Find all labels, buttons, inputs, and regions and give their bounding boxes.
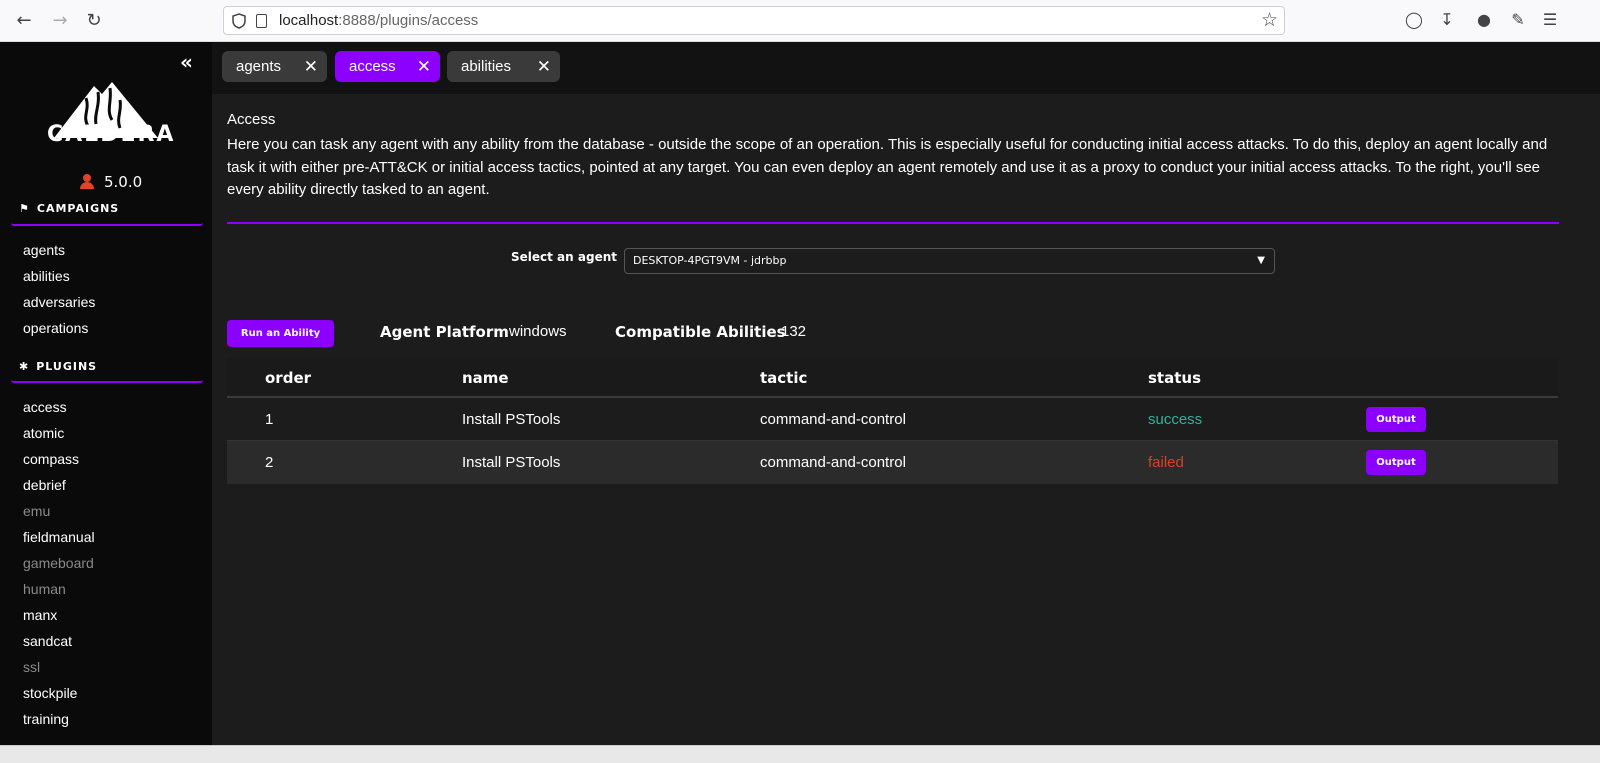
sidebar-item-agents[interactable]: agents bbox=[23, 242, 65, 258]
tab-agents[interactable]: agents ✕ bbox=[222, 51, 327, 82]
row-order: 2 bbox=[265, 454, 274, 471]
table-header: order name tactic status bbox=[227, 358, 1558, 398]
reload-icon[interactable]: ↻ bbox=[82, 9, 106, 33]
sidebar-item-atomic[interactable]: atomic bbox=[23, 425, 64, 441]
sidebar-item-access[interactable]: access bbox=[23, 399, 67, 415]
column-header-status: status bbox=[1148, 369, 1201, 387]
pocket-icon[interactable]: ◯ bbox=[1404, 10, 1424, 30]
browser-toolbar: ← → ↻ localhost:8888/plugins/access ☆ ◯ … bbox=[0, 0, 1600, 42]
sidebar-item-ssl[interactable]: ssl bbox=[23, 659, 40, 675]
sidebar-item-manx[interactable]: manx bbox=[23, 607, 57, 623]
bookmark-star-icon[interactable]: ☆ bbox=[1261, 9, 1278, 31]
address-bar[interactable]: localhost:8888/plugins/access ☆ bbox=[223, 6, 1285, 35]
run-ability-button[interactable]: Run an Ability bbox=[227, 320, 334, 347]
sidebar-item-stockpile[interactable]: stockpile bbox=[23, 685, 77, 701]
extensions-icon[interactable]: ✎ bbox=[1508, 10, 1528, 30]
row-status: failed bbox=[1148, 454, 1184, 471]
row-order: 1 bbox=[265, 411, 274, 428]
tab-bar: agents ✕ access ✕ abilities ✕ bbox=[212, 42, 1600, 94]
campaigns-header: ⚑ CAMPAIGNS bbox=[19, 202, 120, 215]
user-icon bbox=[80, 174, 94, 189]
brand-name: CALDERA bbox=[47, 122, 176, 147]
column-header-order: order bbox=[265, 369, 312, 387]
output-button[interactable]: Output bbox=[1366, 450, 1426, 475]
sidebar: « CALDERA 5.0.0 ⚑ CAMPAIGNS agents abilit… bbox=[0, 42, 212, 763]
sidebar-item-operations[interactable]: operations bbox=[23, 320, 88, 336]
caldera-logo-icon bbox=[54, 82, 158, 138]
os-taskbar bbox=[0, 745, 1600, 763]
abilities-table: order name tactic status 1 Install PSToo… bbox=[227, 358, 1558, 484]
campaigns-divider bbox=[11, 223, 203, 226]
sidebar-item-fieldmanual[interactable]: fieldmanual bbox=[23, 529, 95, 545]
sidebar-item-adversaries[interactable]: adversaries bbox=[23, 294, 95, 310]
page-title: Access bbox=[227, 111, 276, 128]
close-tab-icon[interactable]: ✕ bbox=[417, 51, 431, 82]
version-label: 5.0.0 bbox=[80, 173, 142, 191]
sidebar-item-training[interactable]: training bbox=[23, 711, 69, 727]
row-tactic: command-and-control bbox=[760, 411, 906, 428]
download-icon[interactable]: ↧ bbox=[1437, 10, 1457, 30]
sidebar-item-emu[interactable]: emu bbox=[23, 503, 50, 519]
row-status: success bbox=[1148, 411, 1203, 428]
sidebar-item-abilities[interactable]: abilities bbox=[23, 268, 70, 284]
table-row: 1 Install PSTools command-and-control su… bbox=[227, 398, 1558, 441]
main-content: agents ✕ access ✕ abilities ✕ Access Here y… bbox=[212, 42, 1600, 763]
account-icon[interactable]: ● bbox=[1474, 10, 1494, 30]
agent-select[interactable]: DESKTOP-4PGT9VM - jdrbbp ▼ bbox=[624, 248, 1275, 274]
menu-icon[interactable]: ☰ bbox=[1540, 10, 1560, 30]
sidebar-item-debrief[interactable]: debrief bbox=[23, 477, 66, 493]
agent-platform-label: Agent Platform bbox=[380, 323, 509, 341]
compatible-abilities-value: 132 bbox=[781, 323, 807, 340]
compatible-abilities-label: Compatible Abilities bbox=[615, 323, 786, 341]
chevron-down-icon: ▼ bbox=[1257, 255, 1265, 266]
tab-abilities[interactable]: abilities ✕ bbox=[447, 51, 560, 82]
collapse-sidebar-icon[interactable]: « bbox=[180, 50, 193, 74]
url-text: localhost:8888/plugins/access bbox=[279, 12, 479, 29]
table-row: 2 Install PSTools command-and-control fa… bbox=[227, 441, 1558, 484]
agent-platform-value: windows bbox=[509, 323, 567, 340]
sidebar-item-gameboard[interactable]: gameboard bbox=[23, 555, 94, 571]
row-tactic: command-and-control bbox=[760, 454, 906, 471]
row-name: Install PSTools bbox=[462, 411, 561, 428]
row-name: Install PSTools bbox=[462, 454, 561, 471]
puzzle-icon: ✱ bbox=[19, 360, 30, 373]
column-header-name: name bbox=[462, 369, 509, 387]
close-tab-icon[interactable]: ✕ bbox=[537, 51, 551, 82]
column-header-tactic: tactic bbox=[760, 369, 808, 387]
shield-icon bbox=[232, 13, 246, 29]
forward-arrow-icon[interactable]: → bbox=[48, 9, 72, 33]
close-tab-icon[interactable]: ✕ bbox=[304, 51, 318, 82]
select-agent-label: Select an agent bbox=[511, 250, 617, 264]
plugins-divider bbox=[11, 380, 203, 383]
back-arrow-icon[interactable]: ← bbox=[12, 9, 36, 33]
page-icon bbox=[256, 14, 267, 28]
sidebar-item-human[interactable]: human bbox=[23, 581, 66, 597]
sidebar-item-sandcat[interactable]: sandcat bbox=[23, 633, 72, 649]
output-button[interactable]: Output bbox=[1366, 407, 1426, 432]
tab-access[interactable]: access ✕ bbox=[335, 51, 440, 82]
page-description: Here you can task any agent with any abi… bbox=[227, 136, 1548, 198]
flag-icon: ⚑ bbox=[19, 202, 30, 215]
section-divider bbox=[227, 222, 1559, 224]
sidebar-item-compass[interactable]: compass bbox=[23, 451, 79, 467]
plugins-header: ✱ PLUGINS bbox=[19, 360, 98, 373]
